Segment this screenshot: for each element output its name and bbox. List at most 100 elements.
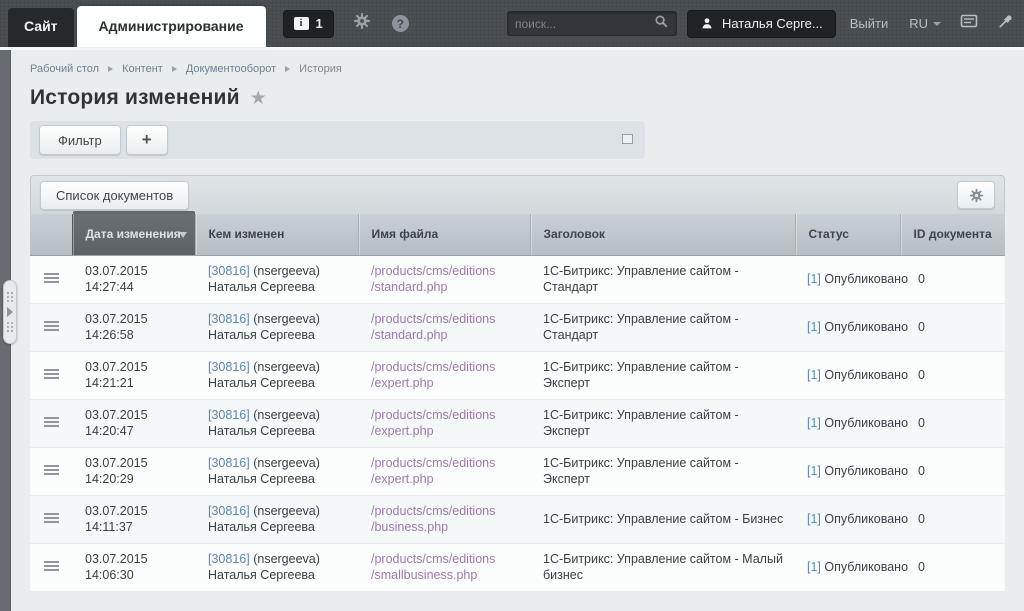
cell-date: 03.07.2015 14:20:29 — [72, 447, 195, 495]
user-id-link[interactable]: [30816] — [208, 264, 250, 278]
cell-modified-by: [30816] (nsergeeva) Наталья Сергеева — [195, 447, 358, 495]
notifications-button[interactable]: i 1 — [283, 10, 334, 38]
help-icon[interactable]: ? — [392, 15, 409, 32]
status-id-link[interactable]: [1] — [807, 320, 821, 334]
status-id-link[interactable]: [1] — [807, 560, 821, 574]
breadcrumb-separator-icon — [285, 66, 290, 72]
user-menu-button[interactable]: Наталья Серге... — [687, 10, 836, 38]
add-filter-button[interactable]: + — [126, 125, 168, 155]
search-icon[interactable] — [654, 14, 669, 34]
status-id-link[interactable]: [1] — [807, 368, 821, 382]
hotkeys-icon[interactable] — [960, 13, 978, 34]
file-link[interactable]: /products/cms/editions /expert.php — [371, 359, 524, 392]
tab-administration[interactable]: Администрирование — [77, 6, 266, 47]
column-header-date[interactable]: Дата изменения — [72, 214, 195, 255]
search-box — [507, 11, 677, 36]
cell-doc-id: 0 — [900, 255, 1005, 303]
breadcrumb-content[interactable]: Контент — [122, 63, 163, 75]
cell-filename: /products/cms/editions /standard.php — [358, 303, 530, 351]
cell-title: 1С-Битрикс: Управление сайтом - Стандарт — [530, 255, 795, 303]
row-menu-icon[interactable] — [44, 561, 59, 571]
user-id-link[interactable]: [30816] — [208, 360, 250, 374]
file-link[interactable]: /products/cms/editions /business.php — [371, 503, 524, 536]
cell-doc-id: 0 — [900, 351, 1005, 399]
status-id-link[interactable]: [1] — [807, 272, 821, 286]
sidebar-expand-icon[interactable] — [3, 280, 17, 344]
table-row[interactable]: 03.07.2015 14:11:37 [30816] (nsergeeva) … — [30, 495, 1005, 543]
user-id-link[interactable]: [30816] — [208, 504, 250, 518]
documents-table: Дата изменения Кем изменен Имя файла Заг… — [30, 214, 1005, 592]
file-link[interactable]: /products/cms/editions /smallbusiness.ph… — [371, 551, 524, 584]
file-link[interactable]: /products/cms/editions /expert.php — [371, 407, 524, 440]
language-selector[interactable]: RU — [909, 16, 941, 31]
cell-status: [1] Опубликовано — [795, 351, 900, 399]
cell-doc-id: 0 — [900, 399, 1005, 447]
cell-modified-by: [30816] (nsergeeva) Наталья Сергеева — [195, 543, 358, 591]
cell-filename: /products/cms/editions /expert.php — [358, 447, 530, 495]
table-row[interactable]: 03.07.2015 14:20:47 [30816] (nsergeeva) … — [30, 399, 1005, 447]
cell-title: 1С-Битрикс: Управление сайтом - Малый би… — [530, 543, 795, 591]
cell-status: [1] Опубликовано — [795, 543, 900, 591]
pin-icon[interactable] — [997, 13, 1014, 35]
column-header-title[interactable]: Заголовок — [530, 214, 795, 255]
row-menu-icon[interactable] — [44, 417, 59, 427]
cell-title: 1С-Битрикс: Управление сайтом - Эксперт — [530, 447, 795, 495]
row-menu-icon[interactable] — [44, 465, 59, 475]
column-header-filename[interactable]: Имя файла — [358, 214, 530, 255]
column-header-status[interactable]: Статус — [795, 214, 900, 255]
user-id-link[interactable]: [30816] — [208, 312, 250, 326]
filter-button[interactable]: Фильтр — [39, 125, 121, 155]
table-row[interactable]: 03.07.2015 14:06:30 [30816] (nsergeeva) … — [30, 543, 1005, 591]
cell-status: [1] Опубликовано — [795, 303, 900, 351]
page-title: История изменений — [30, 86, 240, 110]
cell-status: [1] Опубликовано — [795, 399, 900, 447]
documents-grid: Список документов — [30, 175, 1005, 592]
file-link[interactable]: /products/cms/editions /standard.php — [371, 311, 524, 344]
filter-panel-toggle-icon[interactable] — [622, 134, 633, 144]
logout-link[interactable]: Выйти — [850, 16, 889, 31]
file-link[interactable]: /products/cms/editions /expert.php — [371, 455, 524, 488]
table-row[interactable]: 03.07.2015 14:26:58 [30816] (nsergeeva) … — [30, 303, 1005, 351]
user-name: Наталья Серге... — [722, 16, 823, 31]
lang-caret-icon — [933, 22, 941, 26]
cell-doc-id: 0 — [900, 303, 1005, 351]
sidebar-collapsed-rail — [0, 50, 11, 611]
user-id-link[interactable]: [30816] — [208, 552, 250, 566]
user-id-link[interactable]: [30816] — [208, 456, 250, 470]
table-row[interactable]: 03.07.2015 14:20:29 [30816] (nsergeeva) … — [30, 447, 1005, 495]
cell-modified-by: [30816] (nsergeeva) Наталья Сергеева — [195, 495, 358, 543]
file-link[interactable]: /products/cms/editions /standard.php — [371, 263, 524, 296]
column-header-modified-by[interactable]: Кем изменен — [195, 214, 358, 255]
cell-filename: /products/cms/editions /standard.php — [358, 255, 530, 303]
filter-bar: Фильтр + — [30, 121, 645, 159]
document-list-view-tab[interactable]: Список документов — [40, 181, 189, 210]
status-id-link[interactable]: [1] — [807, 512, 821, 526]
grid-settings-gear-icon[interactable] — [957, 181, 995, 209]
cell-date: 03.07.2015 14:11:37 — [72, 495, 195, 543]
notification-bubble-icon: i — [294, 17, 309, 30]
search-input[interactable] — [515, 17, 654, 31]
breadcrumb-workflow[interactable]: Документооборот — [186, 63, 276, 75]
favorite-star-icon[interactable]: ★ — [250, 87, 267, 110]
table-row[interactable]: 03.07.2015 14:27:44 [30816] (nsergeeva) … — [30, 255, 1005, 303]
cell-title: 1С-Битрикс: Управление сайтом - Эксперт — [530, 351, 795, 399]
settings-gear-icon[interactable] — [353, 12, 371, 35]
cell-date: 03.07.2015 14:06:30 — [72, 543, 195, 591]
breadcrumb-desktop[interactable]: Рабочий стол — [30, 63, 99, 75]
grip-dots — [6, 291, 14, 303]
cell-date: 03.07.2015 14:20:47 — [72, 399, 195, 447]
table-row[interactable]: 03.07.2015 14:21:21 [30816] (nsergeeva) … — [30, 351, 1005, 399]
cell-date: 03.07.2015 14:21:21 — [72, 351, 195, 399]
row-menu-icon[interactable] — [44, 513, 59, 523]
row-menu-icon[interactable] — [44, 369, 59, 379]
tab-site[interactable]: Сайт — [8, 8, 74, 47]
cell-filename: /products/cms/editions /business.php — [358, 495, 530, 543]
status-id-link[interactable]: [1] — [807, 416, 821, 430]
user-id-link[interactable]: [30816] — [208, 408, 250, 422]
column-header-doc-id[interactable]: ID документа — [900, 214, 1005, 255]
status-id-link[interactable]: [1] — [807, 464, 821, 478]
table-header-row: Дата изменения Кем изменен Имя файла Заг… — [30, 214, 1005, 255]
row-menu-icon[interactable] — [44, 273, 59, 283]
cell-status: [1] Опубликовано — [795, 447, 900, 495]
row-menu-icon[interactable] — [44, 321, 59, 331]
